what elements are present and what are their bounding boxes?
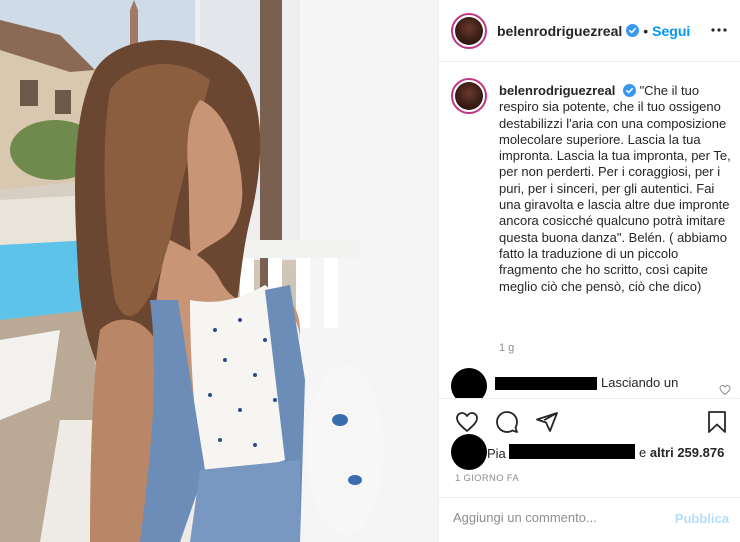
post-photo[interactable] <box>0 0 438 542</box>
caption-timestamp[interactable]: 1 g <box>499 342 514 354</box>
comment-input[interactable] <box>453 510 653 525</box>
comment-text: Lasciando un <box>601 375 679 390</box>
follow-button[interactable]: Segui <box>652 23 690 39</box>
author-avatar[interactable] <box>451 12 487 49</box>
add-comment-bar: Pubblica <box>439 497 740 542</box>
caption-username[interactable]: belenrodriguezreal <box>499 83 615 98</box>
likes-conjunction: e <box>639 445 647 460</box>
post-side-panel: belenrodriguezreal • Segui belenrodrigue… <box>438 0 740 542</box>
caption-author-avatar[interactable] <box>451 78 487 114</box>
verified-badge-icon <box>622 84 636 97</box>
likes-prefix: Pia <box>487 446 506 461</box>
bookmark-icon[interactable] <box>705 410 729 434</box>
likes-others-label[interactable]: altri 259.876 <box>650 445 724 460</box>
caption-text: belenrodriguezreal "Che il tuo respiro s… <box>499 83 731 295</box>
actions-divider <box>439 398 740 399</box>
verified-badge-icon <box>626 24 640 37</box>
caption-body: "Che il tuo respiro sia potente, che il … <box>499 83 731 294</box>
author-username[interactable]: belenrodriguezreal <box>497 23 622 39</box>
publish-button[interactable]: Pubblica <box>675 511 729 526</box>
comment-bubble-icon[interactable] <box>495 410 519 434</box>
likes-others-count[interactable]: e altri 259.876 <box>639 445 724 460</box>
separator-dot: • <box>643 22 649 39</box>
post-photo-illustration <box>0 0 438 542</box>
post-header: belenrodriguezreal • Segui <box>439 0 740 62</box>
post-date[interactable]: 1 GIORNO FA <box>455 473 519 484</box>
more-horizontal-icon[interactable] <box>711 22 727 38</box>
liker-avatar-redacted <box>451 434 487 470</box>
likes-summary: Pia e altri 259.876 <box>451 434 740 472</box>
paper-plane-icon[interactable] <box>535 410 559 434</box>
commenter-name-redacted <box>495 377 597 390</box>
comment-item: Lasciando un <box>451 366 733 398</box>
liker-name-redacted <box>509 444 635 459</box>
commenter-avatar-redacted <box>451 368 487 398</box>
comment-like-heart-icon[interactable] <box>719 384 731 396</box>
heart-icon[interactable] <box>455 410 479 434</box>
